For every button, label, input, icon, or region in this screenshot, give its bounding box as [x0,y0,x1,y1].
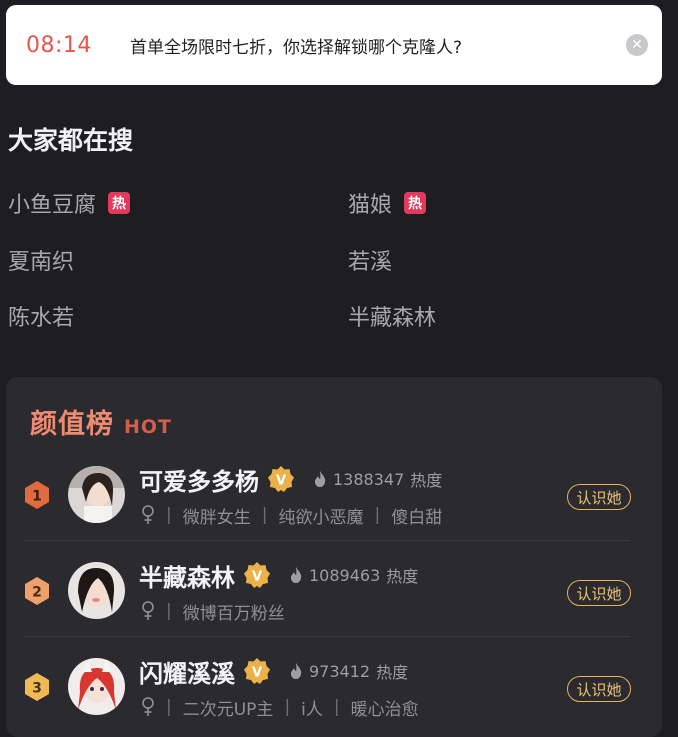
rank-badge-icon: 3 [22,672,52,702]
rank-badge-icon: 1 [22,480,52,510]
banner-message: 首单全场限时七折，你选择解锁哪个克隆人? [130,37,463,58]
meet-her-button[interactable]: 认识她 [567,580,631,606]
verified-v-icon: V [243,561,271,589]
meet-her-button[interactable]: 认识她 [567,484,631,510]
hot-tag-icon: 热 [108,192,131,214]
avatar[interactable] [68,466,125,523]
ranking-row[interactable]: 2 半藏森林 V 1089463 热度 | 微博百万粉丝 认识她 [6,554,662,640]
divider [24,540,630,541]
tag: 二次元UP主 [182,699,274,720]
search-item-chen-shuiruo[interactable]: 陈水若 [8,296,74,336]
meet-her-button[interactable]: 认识她 [567,676,631,702]
user-tags: | 二次元UP主 | i人 | 暖心治愈 [139,695,419,720]
female-icon [141,697,155,717]
svg-text:V: V [276,474,286,489]
search-item-label: 猫娘 [348,193,393,218]
search-item-label: 陈水若 [8,306,75,331]
search-item-xia-nanzhi[interactable]: 夏南织 [8,240,74,280]
heat-value: 1089463 [309,565,381,585]
avatar[interactable] [68,658,125,715]
countdown-timer: 08:14 [26,32,92,58]
rank-badge-icon: 2 [22,576,52,606]
tag: 微博百万粉丝 [182,603,285,624]
search-item-xiaoyu-doufu[interactable]: 小鱼豆腐 热 [8,183,131,223]
female-icon [141,505,155,525]
divider [24,636,630,637]
flame-icon [289,662,303,680]
heat-label: 热度 [376,663,409,682]
rank-number: 3 [32,681,42,697]
search-item-ruoxi[interactable]: 若溪 [348,240,392,280]
rank-number: 2 [32,585,42,601]
user-name: 半藏森林 [139,563,235,592]
flame-icon [313,470,327,488]
close-icon[interactable]: ✕ [626,34,648,56]
ranking-hot-label: HOT [124,416,173,438]
search-item-label: 夏南织 [8,250,75,275]
heat-label: 热度 [386,567,419,586]
user-tags: | 微博百万粉丝 [139,599,285,624]
heat-value: 973412 [309,661,371,681]
ranking-title: 颜值榜 HOT [30,402,172,441]
popular-search-title: 大家都在搜 [8,126,134,155]
ranking-row[interactable]: 1 可爱多多杨 V 1388347 热度 | 微胖女生 | 纯欲小恶魔 | 傻白… [6,458,662,544]
svg-text:V: V [252,570,262,585]
avatar[interactable] [68,562,125,619]
search-item-banzang-senlin[interactable]: 半藏森林 [348,296,436,336]
search-item-maoniang[interactable]: 猫娘 热 [348,183,427,223]
tag: 暖心治愈 [350,699,419,720]
verified-v-icon: V [267,465,295,493]
ranking-title-text: 颜值榜 [30,409,114,440]
user-tags: | 微胖女生 | 纯欲小恶魔 | 傻白甜 [139,503,443,528]
female-icon [141,601,155,621]
heat-value: 1388347 [333,469,405,489]
ranking-row[interactable]: 3 闪耀溪溪 V 973412 热度 | 二次元UP主 | i人 | 暖心治愈 … [6,650,662,736]
rank-number: 1 [32,489,42,505]
verified-v-icon: V [243,657,271,685]
search-item-label: 小鱼豆腐 [8,193,97,218]
search-item-label: 半藏森林 [348,306,437,331]
tag: 傻白甜 [391,507,443,528]
tag: 纯欲小恶魔 [278,507,364,528]
search-item-label: 若溪 [348,250,393,275]
tag: i人 [301,699,323,720]
ranking-card: 颜值榜 HOT 1 可爱多多杨 V 1388347 热度 | 微胖女生 | 纯欲… [6,377,662,737]
notification-banner[interactable]: 08:14 首单全场限时七折，你选择解锁哪个克隆人? ✕ [6,5,662,85]
user-name: 闪耀溪溪 [139,659,235,688]
tag: 微胖女生 [182,507,251,528]
svg-text:V: V [252,666,262,681]
flame-icon [289,566,303,584]
hot-tag-icon: 热 [404,192,427,214]
user-name: 可爱多多杨 [139,467,259,496]
heat-label: 热度 [410,471,443,490]
